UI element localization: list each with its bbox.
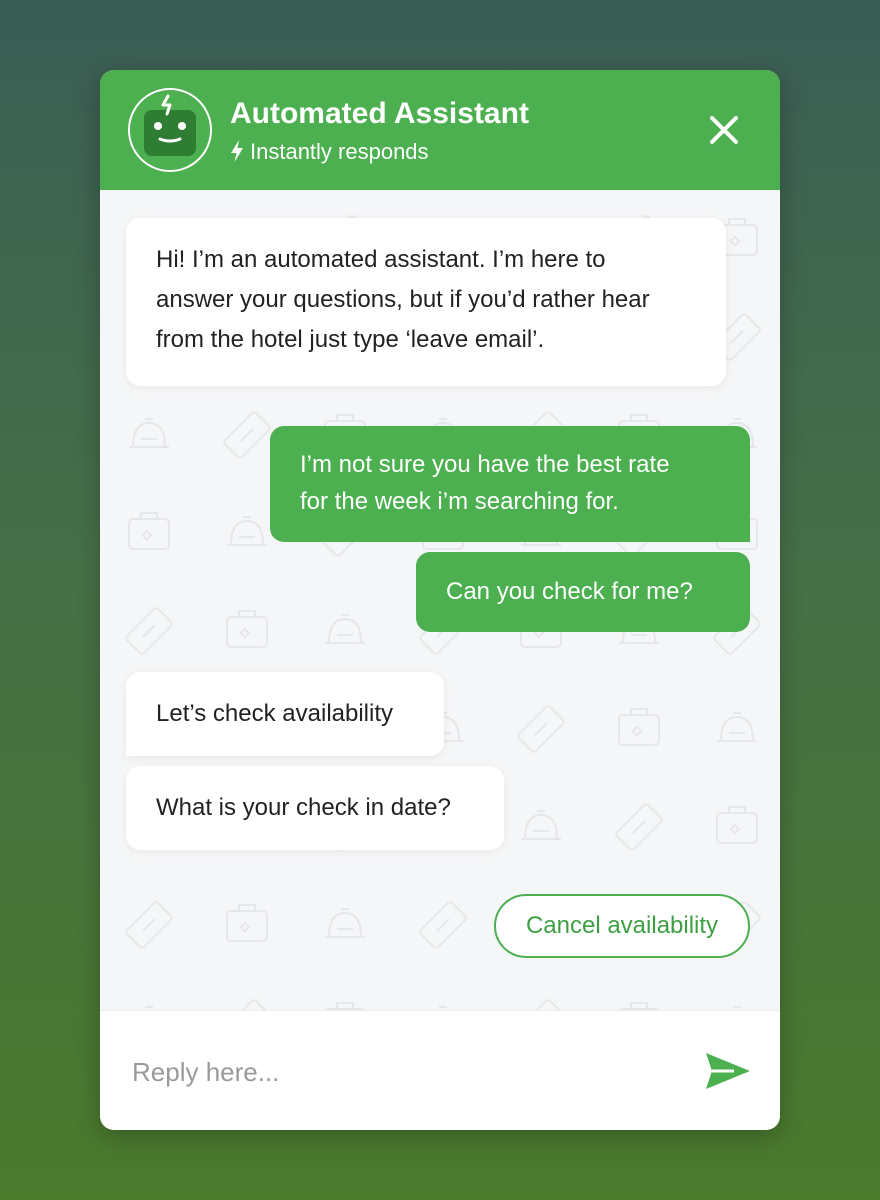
- message-composer: [100, 1010, 780, 1130]
- user-message: I’m not sure you have the best rate for …: [270, 426, 750, 542]
- user-message: Can you check for me?: [416, 552, 750, 632]
- chat-widget: Automated Assistant Instantly responds H…: [100, 70, 780, 1130]
- reply-input[interactable]: [130, 1041, 674, 1103]
- chat-header: Automated Assistant Instantly responds: [100, 70, 780, 190]
- bot-message: Let’s check availability: [126, 672, 444, 756]
- status-text: Instantly responds: [250, 139, 429, 164]
- close-button[interactable]: [700, 106, 748, 154]
- assistant-status: Instantly responds: [230, 138, 429, 166]
- robot-icon: [128, 88, 212, 172]
- bot-message: Hi! I’m an automated assistant. I’m here…: [126, 218, 726, 386]
- message-list[interactable]: Hi! I’m an automated assistant. I’m here…: [100, 190, 780, 1010]
- bot-message: What is your check in date?: [126, 766, 504, 850]
- send-icon: [706, 1053, 750, 1089]
- cancel-availability-button[interactable]: Cancel availability: [494, 894, 750, 958]
- assistant-title: Automated Assistant: [230, 97, 529, 130]
- send-button[interactable]: [704, 1051, 752, 1091]
- lightning-bolt-icon: [231, 140, 243, 162]
- close-icon: [710, 116, 738, 144]
